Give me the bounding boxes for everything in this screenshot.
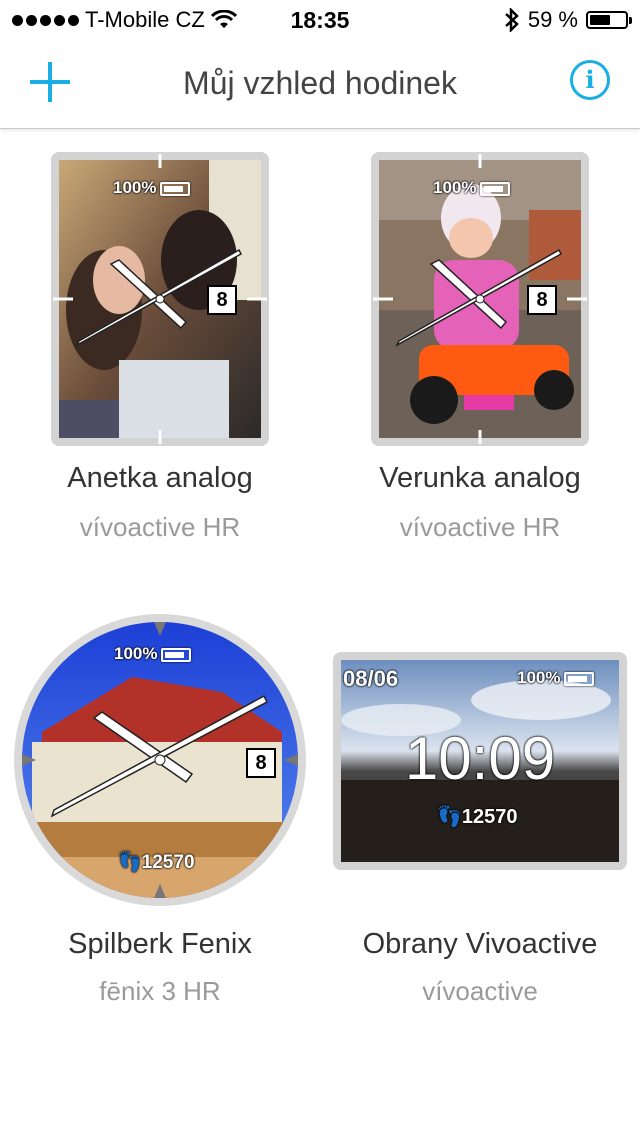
clock-hands: [53, 154, 267, 444]
watchface-preview[interactable]: 100% 8: [371, 152, 589, 446]
watchface-preview[interactable]: 100% 8 👣12570: [14, 614, 306, 906]
footsteps-icon: 👣: [437, 806, 462, 828]
clock-hands: [373, 154, 587, 444]
steps-overlay: 👣12570: [437, 806, 518, 828]
info-button[interactable]: i: [570, 60, 610, 100]
watchface-name: Verunka analog: [379, 462, 581, 494]
watchface-card-spilberk[interactable]: 100% 8 👣12570 Spilberk Fenix fēnix 3 HR: [0, 610, 320, 1030]
watchface-card-obrany[interactable]: 08/06 100% 10:09 👣12570 Obrany Vivoactiv…: [320, 610, 640, 1030]
watchface-name: Obrany Vivoactive: [362, 928, 598, 960]
watchface-card-verunka[interactable]: 100% 8 Verunka analog vívoactive HR: [320, 150, 640, 570]
watchface-card-anetka[interactable]: 100% 8 Anetka analog vívoactive HR: [0, 150, 320, 570]
info-icon: i: [585, 65, 595, 94]
status-bar: T-Mobile CZ 18:35 59 %: [0, 0, 640, 40]
battery-icon: [586, 11, 632, 29]
watchface-name: Spilberk Fenix: [68, 928, 252, 960]
page-title: Můj vzhled hodinek: [183, 65, 457, 101]
watchface-device: vívoactive HR: [79, 512, 241, 542]
date-overlay: 08/06: [343, 666, 399, 691]
bluetooth-icon: [505, 8, 519, 32]
watchface-preview[interactable]: 100% 8: [51, 152, 269, 446]
watchface-name: Anetka analog: [67, 462, 253, 494]
watchface-preview[interactable]: 08/06 100% 10:09 👣12570: [333, 652, 627, 870]
watchface-device: vívoactive HR: [399, 512, 561, 542]
battery-percent: 59 %: [527, 7, 578, 32]
clock-hands: [22, 622, 298, 898]
watchface-device: vívoactive: [422, 976, 538, 1006]
battery-level-fill: [590, 15, 610, 25]
watchface-device: fēnix 3 HR: [99, 976, 221, 1006]
status-right: 59 %: [504, 7, 632, 33]
navigation-bar: Můj vzhled hodinek i: [0, 40, 640, 129]
time-overlay: 10:09: [404, 725, 556, 792]
battery-icon: [564, 671, 595, 686]
battery-overlay: 100%: [517, 668, 595, 688]
